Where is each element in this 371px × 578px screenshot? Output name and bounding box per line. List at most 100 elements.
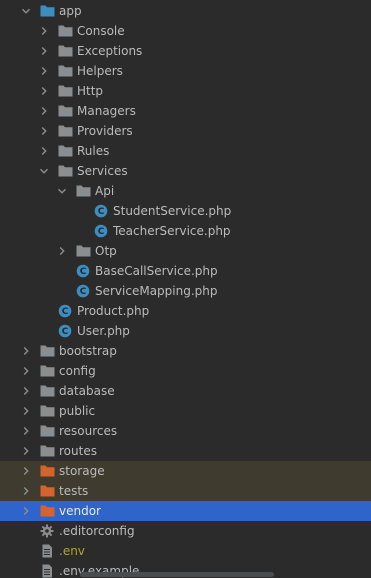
- chevron-right-icon[interactable]: [20, 381, 32, 401]
- chevron-right-icon[interactable]: [20, 401, 32, 421]
- chevron-right-icon[interactable]: [38, 41, 50, 61]
- tree-item-bootstrap[interactable]: bootstrap: [0, 341, 371, 361]
- tree-item-label: StudentService.php: [113, 204, 232, 218]
- php-class-icon: C: [76, 284, 91, 298]
- php-class-icon: C: [94, 204, 109, 218]
- gear-icon: [40, 524, 55, 538]
- chevron-right-icon[interactable]: [38, 141, 50, 161]
- tree-item-label: vendor: [59, 504, 101, 518]
- php-class-icon: C: [58, 324, 73, 338]
- tree-item-routes[interactable]: routes: [0, 441, 371, 461]
- folder-icon: [40, 384, 55, 398]
- tree-item-rules[interactable]: Rules: [0, 141, 371, 161]
- folder-icon: [58, 104, 73, 118]
- tree-item-teacherservice-php[interactable]: C TeacherService.php: [0, 221, 371, 241]
- tree-item-label: config: [59, 364, 96, 378]
- chevron-right-icon[interactable]: [20, 461, 32, 481]
- chevron-right-icon[interactable]: [38, 61, 50, 81]
- chevron-right-icon[interactable]: [20, 341, 32, 361]
- tree-item-console[interactable]: Console: [0, 21, 371, 41]
- svg-text:C: C: [98, 227, 105, 237]
- tree-item-studentservice-php[interactable]: C StudentService.php: [0, 201, 371, 221]
- tree-item-label: tests: [59, 484, 89, 498]
- tree-item-label: Exceptions: [77, 44, 143, 58]
- tree-item-database[interactable]: database: [0, 381, 371, 401]
- folder-icon: [58, 144, 73, 158]
- tree-item-label: Helpers: [77, 64, 123, 78]
- svg-text:C: C: [80, 287, 87, 297]
- chevron-right-icon[interactable]: [38, 21, 50, 41]
- php-class-icon: C: [58, 304, 73, 318]
- svg-text:C: C: [80, 267, 87, 277]
- folder-icon: [76, 244, 91, 258]
- tree-item-label: User.php: [77, 324, 130, 338]
- folder-icon: [40, 404, 55, 418]
- tree-item-helpers[interactable]: Helpers: [0, 61, 371, 81]
- svg-text:C: C: [62, 327, 69, 337]
- chevron-right-icon[interactable]: [20, 421, 32, 441]
- tree-item-config[interactable]: config: [0, 361, 371, 381]
- tree-item-label: app: [59, 4, 82, 18]
- chevron-right-icon[interactable]: [38, 81, 50, 101]
- folder-icon: [40, 504, 55, 518]
- tree-item-otp[interactable]: Otp: [0, 241, 371, 261]
- folder-icon: [58, 124, 73, 138]
- tree-item-services[interactable]: Services: [0, 161, 371, 181]
- folder-icon: [40, 484, 55, 498]
- chevron-right-icon[interactable]: [20, 441, 32, 461]
- tree-item-api[interactable]: Api: [0, 181, 371, 201]
- tree-item-label: resources: [59, 424, 118, 438]
- folder-icon: [40, 444, 55, 458]
- tree-item-tests[interactable]: tests: [0, 481, 371, 501]
- folder-icon: [58, 24, 73, 38]
- tree-item-product-php[interactable]: C Product.php: [0, 301, 371, 321]
- chevron-right-icon[interactable]: [20, 361, 32, 381]
- tree-item-label: Http: [77, 84, 104, 98]
- tree-item-editorconfig[interactable]: .editorconfig: [0, 521, 371, 541]
- tree-item-label: .editorconfig: [59, 524, 135, 538]
- tree-item-label: ServiceMapping.php: [95, 284, 218, 298]
- tree-item-label: Managers: [77, 104, 136, 118]
- tree-item-label: Product.php: [77, 304, 150, 318]
- tree-item-label: storage: [59, 464, 105, 478]
- folder-icon: [40, 364, 55, 378]
- folder-icon: [76, 184, 91, 198]
- folder-icon: [40, 464, 55, 478]
- chevron-down-icon[interactable]: [20, 1, 32, 21]
- tree-item-storage[interactable]: storage: [0, 461, 371, 481]
- horizontal-scrollbar[interactable]: [80, 572, 274, 577]
- chevron-right-icon[interactable]: [20, 501, 32, 521]
- tree-item-exceptions[interactable]: Exceptions: [0, 41, 371, 61]
- tree-item-resources[interactable]: resources: [0, 421, 371, 441]
- tree-item-label: Providers: [77, 124, 133, 138]
- tree-item-user-php[interactable]: C User.php: [0, 321, 371, 341]
- tree-item-label: Console: [77, 24, 125, 38]
- php-class-icon: C: [76, 264, 91, 278]
- tree-item-basecallservice-php[interactable]: C BaseCallService.php: [0, 261, 371, 281]
- chevron-down-icon[interactable]: [56, 181, 68, 201]
- tree-item-label: Services: [77, 164, 128, 178]
- chevron-right-icon[interactable]: [38, 121, 50, 141]
- project-tree[interactable]: app Console Exceptions Helpers Http Managers P…: [0, 0, 371, 578]
- chevron-right-icon[interactable]: [38, 101, 50, 121]
- chevron-right-icon[interactable]: [20, 481, 32, 501]
- tree-item-managers[interactable]: Managers: [0, 101, 371, 121]
- tree-item-label: routes: [59, 444, 97, 458]
- tree-item-public[interactable]: public: [0, 401, 371, 421]
- tree-item-label: BaseCallService.php: [95, 264, 218, 278]
- tree-item-servicemapping-php[interactable]: C ServiceMapping.php: [0, 281, 371, 301]
- tree-item-env[interactable]: .env: [0, 541, 371, 561]
- tree-item-app[interactable]: app: [0, 1, 371, 21]
- text-file-icon: [40, 544, 55, 558]
- tree-item-label: .env: [59, 544, 85, 558]
- tree-item-http[interactable]: Http: [0, 81, 371, 101]
- folder-icon: [40, 424, 55, 438]
- tree-item-vendor[interactable]: vendor: [0, 501, 371, 521]
- chevron-down-icon[interactable]: [38, 161, 50, 181]
- folder-icon: [58, 84, 73, 98]
- tree-item-providers[interactable]: Providers: [0, 121, 371, 141]
- svg-text:C: C: [98, 207, 105, 217]
- php-class-icon: C: [94, 224, 109, 238]
- chevron-right-icon[interactable]: [56, 241, 68, 261]
- tree-item-label: TeacherService.php: [113, 224, 231, 238]
